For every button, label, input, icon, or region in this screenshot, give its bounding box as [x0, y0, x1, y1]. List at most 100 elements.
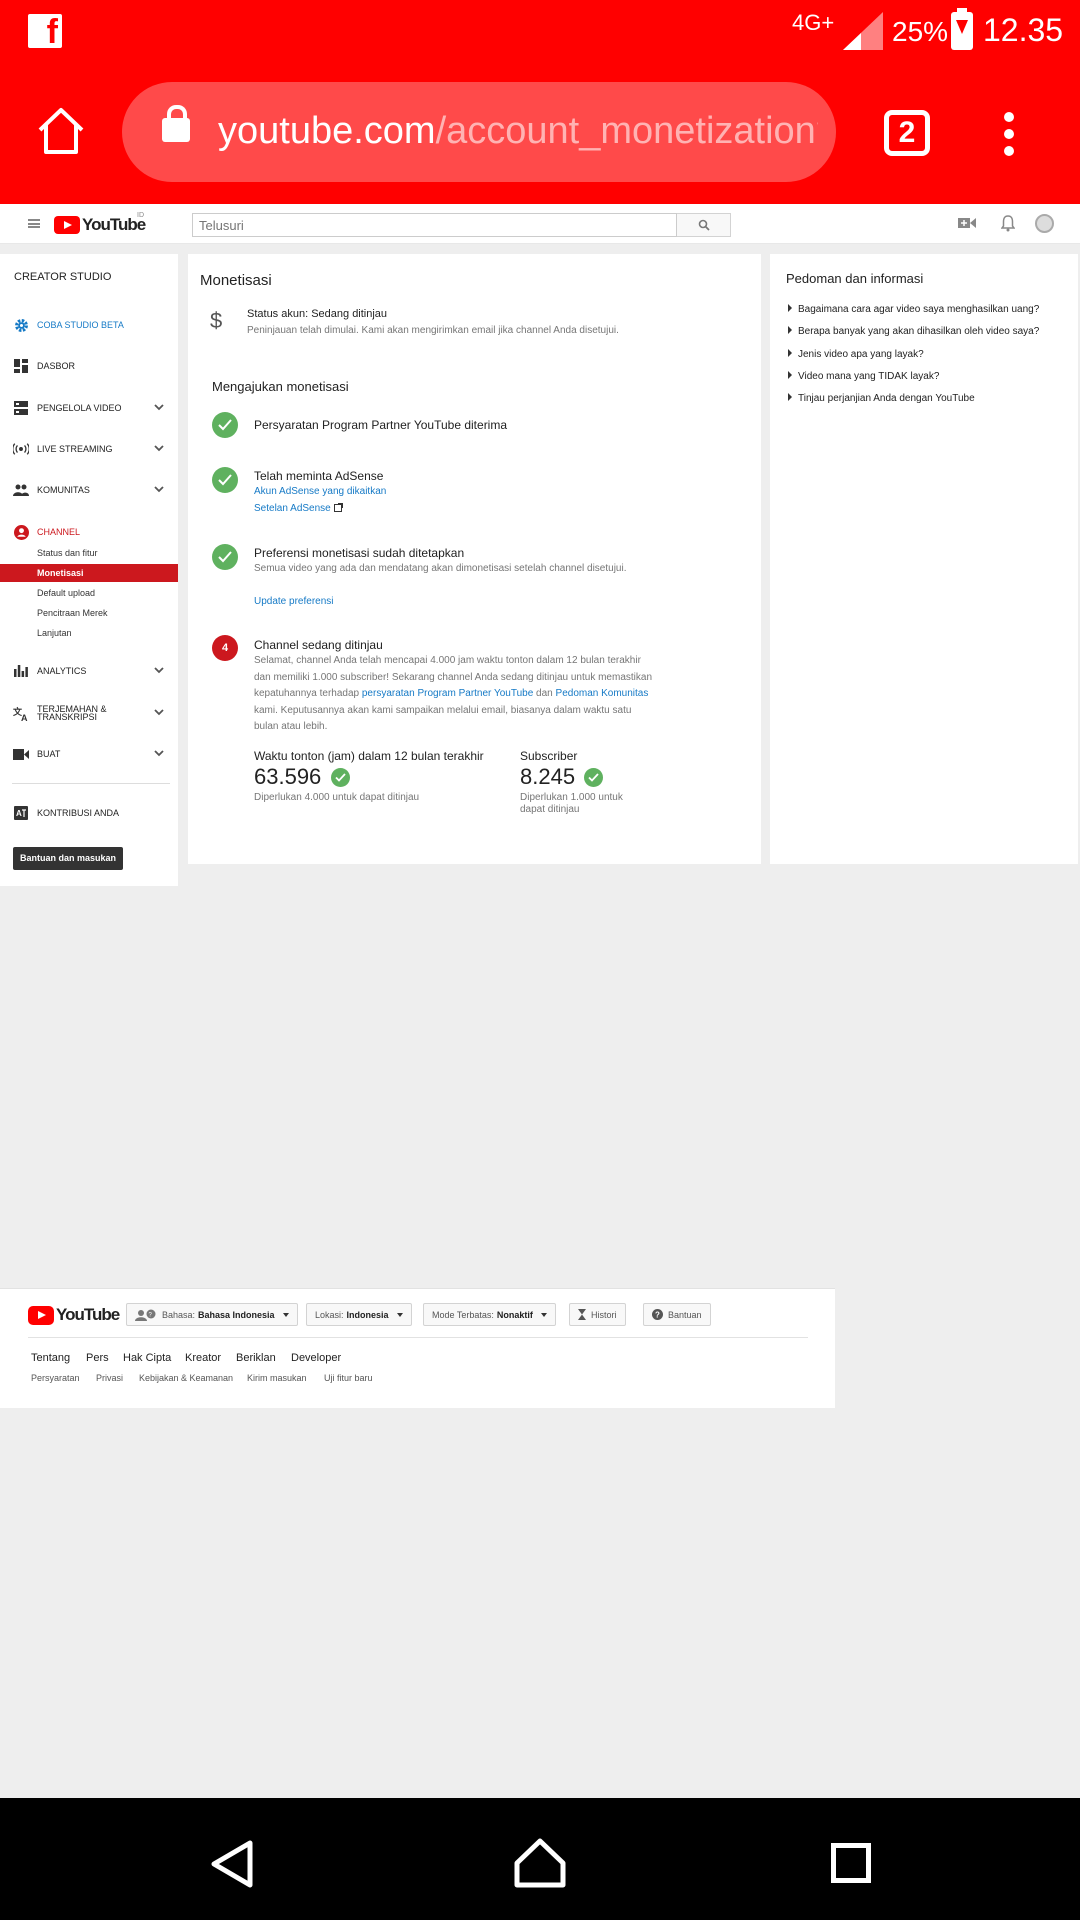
- chevron-down-icon[interactable]: [154, 748, 164, 758]
- footer-youtube-logo[interactable]: YouTube: [28, 1305, 120, 1325]
- svg-text:?: ?: [655, 1311, 660, 1320]
- help-feedback-button[interactable]: Bantuan dan masukan: [13, 847, 123, 870]
- watch-time-value: 63.596: [254, 764, 322, 789]
- footer-link-creators[interactable]: Kreator: [185, 1352, 221, 1364]
- sidebar-subitem-status[interactable]: Status dan fitur: [0, 544, 178, 562]
- history-button[interactable]: Histori: [569, 1303, 626, 1326]
- sidebar-item-video-manager[interactable]: PENGELOLA VIDEO: [0, 397, 178, 419]
- sidebar-subitem-branding[interactable]: Pencitraan Merek: [0, 604, 178, 622]
- search-input[interactable]: [192, 213, 677, 237]
- footer-link-about[interactable]: Tentang: [31, 1352, 70, 1364]
- sidebar-item-channel[interactable]: CHANNEL: [0, 521, 178, 543]
- home-icon[interactable]: [36, 106, 86, 156]
- sidebar-subitem-advanced[interactable]: Lanjutan: [0, 624, 178, 642]
- guideline-link[interactable]: Berapa banyak yang akan dihasilkan oleh …: [788, 326, 1039, 337]
- subscriber-value: 8.245: [520, 764, 576, 789]
- creator-studio-sidebar: CREATOR STUDIO COBA STUDIO BETA DASBOR P…: [0, 254, 178, 886]
- chevron-down-icon[interactable]: [154, 484, 164, 494]
- language-icon: ?: [135, 1309, 156, 1321]
- help-button[interactable]: ? Bantuan: [643, 1303, 711, 1326]
- footer-link-test-features[interactable]: Uji fitur baru: [324, 1373, 373, 1383]
- sidebar-item-live-streaming[interactable]: LIVE STREAMING: [0, 438, 178, 460]
- sidebar-subitem-upload-defaults[interactable]: Default upload: [0, 584, 178, 602]
- step-channel-review: Channel sedang ditinjau: [254, 638, 383, 652]
- address-bar[interactable]: youtube.com/account_monetization?c: [122, 82, 836, 182]
- region-label: ID: [137, 212, 144, 219]
- check-icon: [212, 412, 238, 438]
- tab-switcher-button[interactable]: 2: [884, 110, 930, 156]
- adsense-settings-link[interactable]: Setelan AdSense: [254, 503, 331, 514]
- home-icon[interactable]: [514, 1838, 566, 1888]
- check-icon: [212, 544, 238, 570]
- chevron-down-icon[interactable]: [154, 402, 164, 412]
- clock: 12.35: [983, 12, 1064, 48]
- chevron-down-icon[interactable]: [154, 443, 164, 453]
- youtube-logo[interactable]: YouTube: [54, 215, 146, 235]
- help-icon: ?: [652, 1309, 663, 1320]
- back-icon[interactable]: [210, 1840, 254, 1888]
- guideline-link[interactable]: Tinjau perjanjian Anda dengan YouTube: [788, 393, 975, 404]
- sidebar-item-dashboard[interactable]: DASBOR: [0, 355, 178, 377]
- guideline-link[interactable]: Bagaimana cara agar video saya menghasil…: [788, 304, 1039, 315]
- translate-icon: 文A: [13, 705, 29, 721]
- update-preferences-link[interactable]: Update preferensi: [254, 594, 654, 611]
- svg-text:A: A: [16, 809, 22, 818]
- dollar-icon: $: [210, 308, 223, 333]
- footer-link-policy-safety[interactable]: Kebijakan & Keamanan: [139, 1373, 233, 1383]
- youtube-play-icon: [28, 1305, 54, 1325]
- avatar[interactable]: [1035, 214, 1054, 233]
- network-type: 4G+: [792, 10, 835, 35]
- upload-video-icon[interactable]: [958, 216, 976, 230]
- ypp-requirements-link[interactable]: persyaratan Program Partner YouTube: [362, 688, 533, 699]
- search-icon: [698, 219, 710, 231]
- sidebar-item-contributions[interactable]: A KONTRIBUSI ANDA: [0, 802, 178, 824]
- adsense-links: Akun AdSense yang dikaitkan Setelan AdSe…: [254, 484, 654, 517]
- restricted-mode-picker[interactable]: Mode Terbatas: Nonaktif: [423, 1303, 556, 1326]
- footer-link-terms[interactable]: Persyaratan: [31, 1373, 80, 1383]
- guideline-link[interactable]: Video mana yang TIDAK layak?: [788, 371, 939, 382]
- community-guidelines-link[interactable]: Pedoman Komunitas: [556, 688, 649, 699]
- chevron-down-icon[interactable]: [154, 665, 164, 675]
- overflow-menu-icon[interactable]: [1004, 112, 1016, 156]
- chevron-down-icon[interactable]: [154, 707, 164, 717]
- battery-percent: 25%: [892, 16, 949, 47]
- footer-link-press[interactable]: Pers: [86, 1352, 109, 1364]
- hamburger-menu-icon[interactable]: [28, 219, 40, 228]
- sidebar-item-create[interactable]: BUAT: [0, 743, 178, 765]
- channel-icon: [13, 524, 29, 540]
- android-navigation-bar: [0, 1798, 1080, 1920]
- sidebar-item-community[interactable]: KOMUNITAS: [0, 479, 178, 501]
- watch-time-requirement: Diperlukan 4.000 untuk dapat ditinjau: [254, 792, 420, 803]
- facebook-icon: f: [28, 13, 62, 51]
- gear-icon: [13, 317, 29, 333]
- recent-apps-icon[interactable]: [831, 1843, 871, 1883]
- footer-link-copyright[interactable]: Hak Cipta: [123, 1352, 171, 1364]
- location-picker[interactable]: Lokasi: Indonesia: [306, 1303, 412, 1326]
- url-text[interactable]: youtube.com/account_monetization?c: [218, 110, 818, 153]
- sidebar-item-translations[interactable]: 文A TERJEMAHAN & TRANSKRIPSI: [0, 702, 178, 724]
- lock-icon: [162, 105, 190, 142]
- sidebar-subitem-monetization[interactable]: Monetisasi: [0, 564, 178, 582]
- footer-divider: [28, 1337, 808, 1338]
- account-status-description: Peninjauan telah dimulai. Kami akan meng…: [247, 325, 619, 336]
- linked-adsense-link[interactable]: Akun AdSense yang dikaitkan: [254, 484, 654, 501]
- youtube-play-icon: [54, 216, 80, 234]
- sidebar-item-analytics[interactable]: ANALYTICS: [0, 660, 178, 682]
- guideline-link[interactable]: Jenis video apa yang layak?: [788, 349, 924, 360]
- footer-link-privacy[interactable]: Privasi: [96, 1373, 123, 1383]
- sidebar-divider: [12, 783, 170, 784]
- footer-link-developers[interactable]: Developer: [291, 1352, 341, 1364]
- footer-link-advertise[interactable]: Beriklan: [236, 1352, 276, 1364]
- video-manager-icon: [13, 400, 29, 416]
- page-title: Monetisasi: [200, 272, 272, 289]
- contribute-icon: A: [13, 805, 29, 821]
- sidebar-item-studio-beta[interactable]: COBA STUDIO BETA: [0, 314, 178, 336]
- footer-link-feedback[interactable]: Kirim masukan: [247, 1373, 307, 1383]
- bell-icon[interactable]: [1001, 215, 1015, 232]
- search-button[interactable]: [677, 213, 731, 237]
- analytics-icon: [13, 663, 29, 679]
- youtube-footer: YouTube ? Bahasa: Bahasa Indonesia Lokasi…: [0, 1288, 835, 1408]
- step-adsense: Telah meminta AdSense: [254, 469, 384, 483]
- monetization-panel: Monetisasi $ Status akun: Sedang ditinja…: [188, 254, 761, 864]
- language-picker[interactable]: ? Bahasa: Bahasa Indonesia: [126, 1303, 298, 1326]
